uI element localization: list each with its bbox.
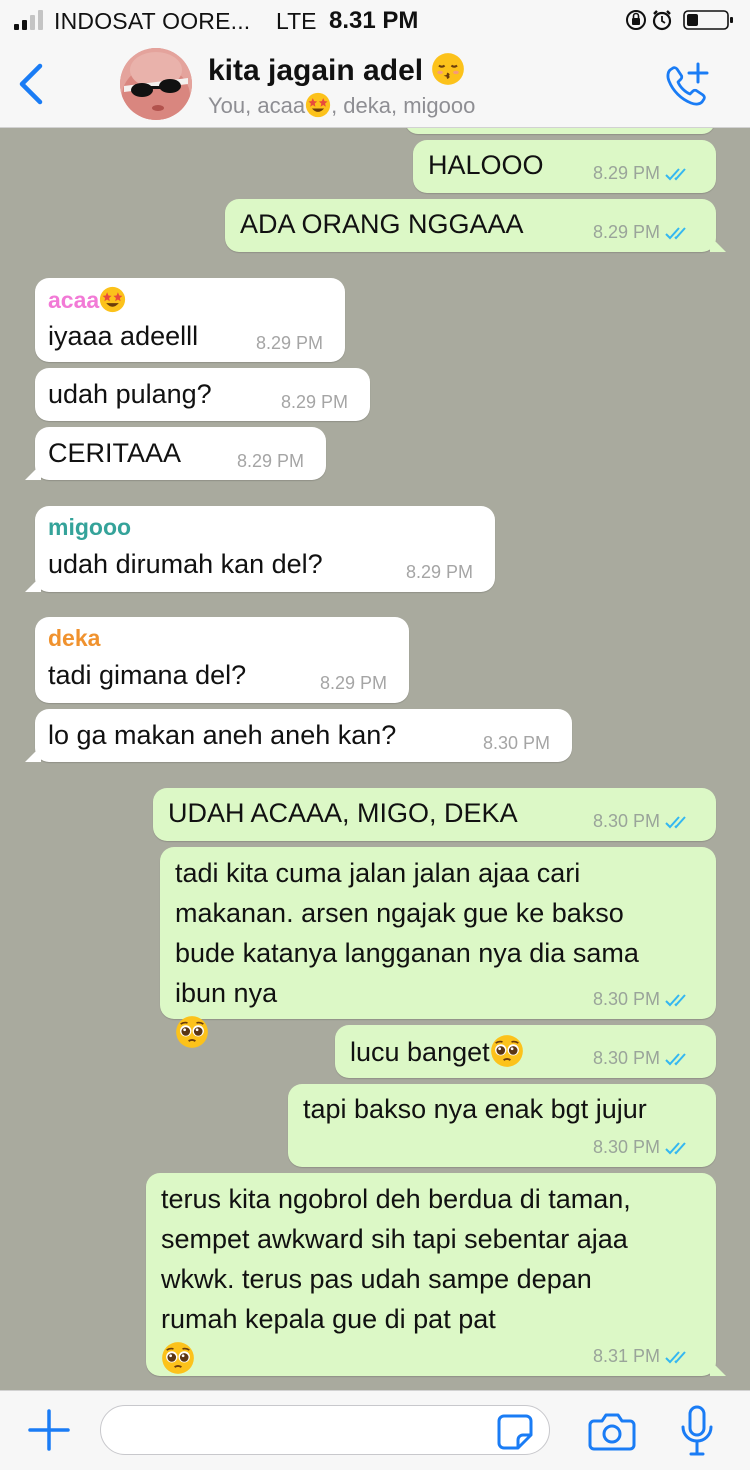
carrier-name: INDOSAT OORE... [54,8,251,34]
double-check-read-icon [665,1351,686,1364]
network-type: LTE [276,8,317,34]
sender-name: deka [48,625,101,651]
bubble-tail [25,746,41,762]
message-bubble-outgoing[interactable]: UDAH ACAAA, MIGO, DEKA 8.30 PM [153,788,716,841]
message-time: 8.29 PM [281,392,349,412]
message-meta: 8.30 PM [593,1137,691,1158]
chat-title-text: kita jagain adel [208,54,424,87]
message-time: 8.30 PM [593,811,661,831]
message-text: tadi gimana del? [48,660,247,690]
pleading-face-emoji-icon [162,1342,194,1374]
message-bubble-outgoing[interactable]: tadi kita cuma jalan jalan ajaa cari mak… [160,847,716,1048]
message-meta: 8.31 PM [593,1346,691,1367]
message-meta: 8.30 PM [593,811,691,832]
bubble-tail [710,236,726,252]
message-text: terus kita ngobrol deh berdua di taman, … [161,1179,631,1379]
status-bar: INDOSAT OORE... LTE 8.31 PM [0,0,750,40]
message-meta: 8.29 PM [593,222,691,243]
phone-plus-icon[interactable] [662,62,712,108]
message-text: tapi bakso nya enak bgt jujur [303,1094,647,1124]
bubble-tail [25,576,41,592]
message-text: CERITAAA [48,438,182,468]
chevron-left-icon[interactable] [14,62,48,106]
double-check-read-icon [665,994,686,1007]
signal-strength-icon [14,10,43,30]
microphone-icon[interactable] [680,1405,714,1457]
bubble-tail [25,464,41,480]
message-bubble-outgoing[interactable]: ADA ORANG NGGAAA 8.29 PM [225,199,726,252]
star-struck-emoji-icon [305,92,331,118]
message-text: UDAH ACAAA, MIGO, DEKA [168,798,518,828]
message-meta: 8.30 PM [593,1048,691,1069]
double-check-read-icon [665,816,686,829]
message-time: 8.29 PM [406,562,474,582]
battery-icon [683,10,733,30]
message-time: 8.29 PM [593,222,661,242]
double-check-read-icon [665,227,686,240]
message-text: HALOOO [428,150,544,180]
message-time: 8.29 PM [320,673,388,693]
sticker-icon[interactable] [496,1413,534,1451]
chat-title[interactable]: kita jagain adel [208,52,465,88]
message-bubble-incoming[interactable]: lo ga makan aneh aneh kan? 8.30 PM [25,709,572,762]
message-input[interactable] [100,1405,550,1455]
message-time: 8.30 PM [593,989,661,1009]
camera-icon[interactable] [588,1411,636,1451]
message-meta: 8.29 PM [593,163,691,184]
star-struck-emoji-icon [100,286,126,313]
message-bubble-incoming[interactable]: udah pulang? 8.29 PM [35,368,370,421]
message-time: 8.30 PM [593,1137,661,1157]
message-bubble-incoming[interactable]: migooo udah dirumah kan del? 8.29 PM [25,506,495,592]
chat-members: You, acaa , deka, migooo [208,92,476,118]
chat-header: kita jagain adel You, acaa , deka, migoo… [0,40,750,128]
message-text: lo ga makan aneh aneh kan? [48,720,397,750]
sender-name: acaa [48,286,126,314]
double-check-read-icon [665,1142,686,1155]
double-check-read-icon [665,168,686,181]
message-bubble-incoming[interactable]: acaa iyaaa adeelll 8.29 PM [35,278,345,362]
message-text: udah pulang? [48,379,212,409]
pleading-face-emoji-icon [176,1016,208,1048]
message-bubble-incoming[interactable]: deka tadi gimana del? 8.29 PM [35,617,409,703]
message-composer [0,1390,750,1470]
message-text: ADA ORANG NGGAAA [240,209,524,239]
orientation-lock-icon [626,10,646,30]
plus-icon[interactable] [28,1409,70,1451]
message-time: 8.30 PM [593,1048,661,1068]
bubble-tail [710,1360,726,1376]
message-time: 8.31 PM [593,1346,661,1366]
message-time: 8.29 PM [593,163,661,183]
message-meta: 8.30 PM [593,989,691,1010]
message-text: lucu banget [350,1034,524,1068]
pleading-face-emoji-icon [490,1035,523,1067]
message-bubble-incoming[interactable]: CERITAAA 8.29 PM [25,427,326,480]
message-time: 8.30 PM [483,733,551,753]
double-check-read-icon [665,1053,686,1066]
message-bubble-outgoing[interactable]: lucu banget 8.30 PM [335,1025,716,1078]
group-avatar[interactable] [120,48,192,120]
message-time: 8.29 PM [256,333,324,353]
message-text: tadi kita cuma jalan jalan ajaa cari mak… [175,853,639,1053]
alarm-icon [652,10,672,31]
sender-name: migooo [48,514,132,540]
message-time: 8.29 PM [237,451,305,471]
kissing-face-emoji-icon [432,53,465,85]
clock-time: 8.31 PM [329,7,419,34]
message-bubble-partial[interactable] [405,128,715,134]
message-text: udah dirumah kan del? [48,549,323,579]
message-bubble-outgoing[interactable]: terus kita ngobrol deh berdua di taman, … [146,1173,726,1379]
status-icons [626,10,733,31]
message-text: iyaaa adeelll [48,321,199,351]
chat-area[interactable]: HALOOO 8.29 PM ADA ORANG NGGAAA 8.29 PM … [0,128,750,1390]
message-bubble-outgoing[interactable]: HALOOO 8.29 PM [413,140,716,193]
message-bubble-outgoing[interactable]: tapi bakso nya enak bgt jujur 8.30 PM [288,1084,716,1167]
